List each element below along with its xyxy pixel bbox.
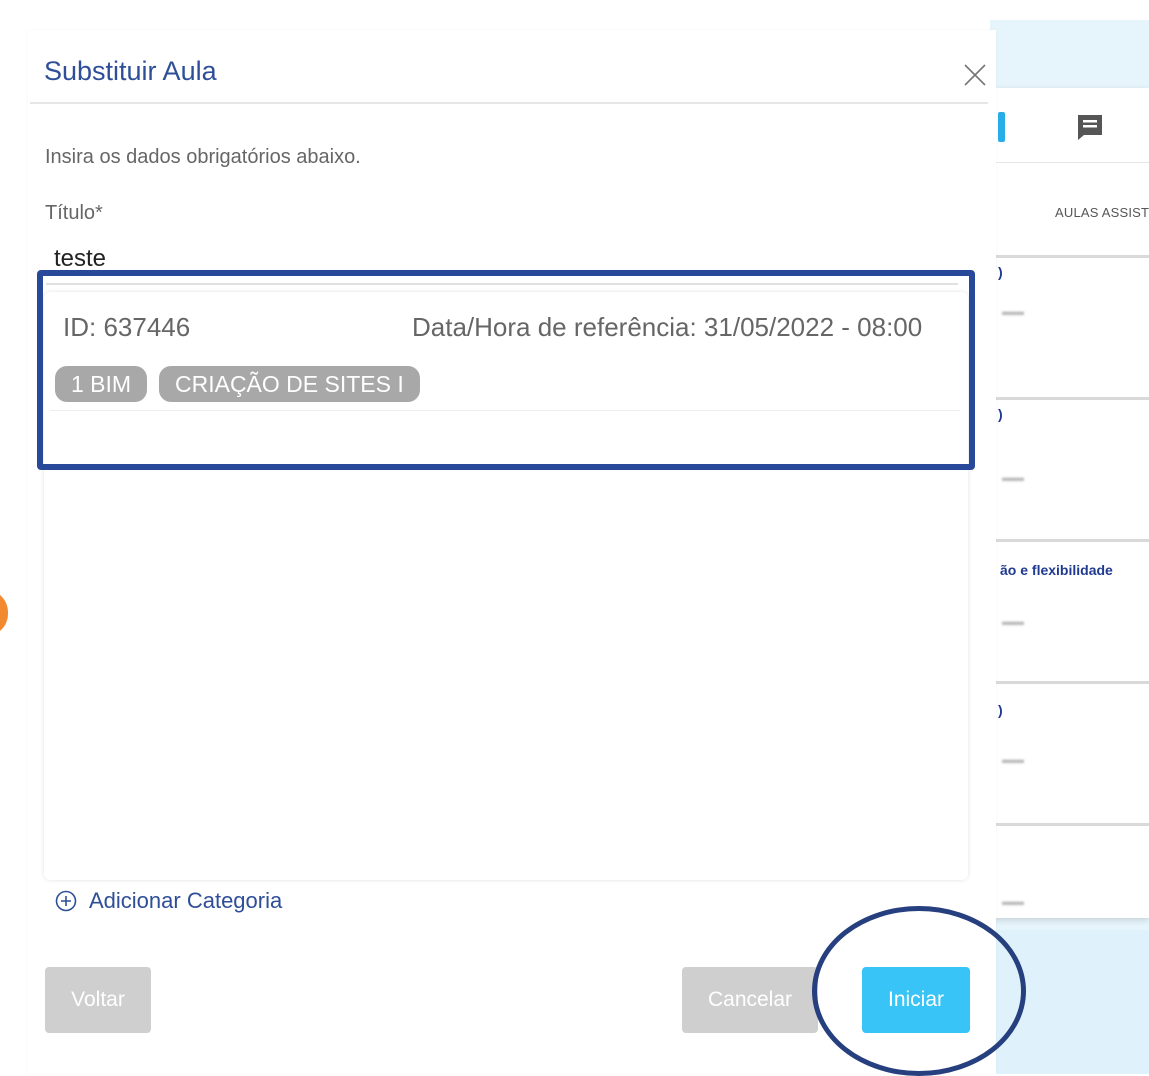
title-input[interactable]: [50, 244, 964, 274]
background-item-subtitle: ▬▬: [1002, 896, 1024, 908]
tag-chip-bimester: 1 BIM: [55, 366, 148, 402]
background-list-item[interactable]: ) ▬▬: [990, 255, 1149, 394]
background-item-subtitle: ▬▬: [1002, 616, 1024, 628]
chat-icon[interactable]: [1076, 112, 1106, 142]
background-item-subtitle: ▬▬: [1002, 754, 1024, 766]
background-decoration: [990, 930, 1149, 1074]
background-list-item[interactable]: ▬▬: [990, 823, 1149, 918]
close-icon[interactable]: [962, 62, 988, 88]
background-list-item[interactable]: ) ▬▬: [990, 397, 1149, 536]
header-divider: [30, 102, 988, 104]
instructions-text: Insira os dados obrigatórios abaixo.: [45, 146, 361, 168]
title-field-label: Título*: [45, 202, 103, 224]
add-category-link[interactable]: Adicionar Categoria: [55, 888, 282, 914]
background-topbar: [990, 90, 1149, 163]
list-item-divider: [50, 410, 960, 411]
start-button[interactable]: Iniciar: [862, 967, 970, 1033]
background-active-tab-indicator: [998, 112, 1005, 142]
background-item-title: ): [998, 264, 1003, 280]
background-item-subtitle: ▬▬: [1002, 306, 1024, 318]
lesson-id: ID: 637446: [63, 312, 191, 342]
add-category-label: Adicionar Categoria: [89, 888, 283, 913]
background-list-item[interactable]: ) ▬▬: [990, 681, 1149, 820]
lesson-reference-datetime: Data/Hora de referência: 31/05/2022 - 08…: [412, 312, 923, 342]
background-item-title: ão e flexibilidade: [1000, 562, 1113, 578]
plus-circle-icon: [55, 890, 77, 912]
cancel-button[interactable]: Cancelar: [682, 967, 818, 1033]
background-item-title: ): [998, 406, 1003, 422]
back-button[interactable]: Voltar: [45, 967, 151, 1033]
background-decoration-orange: [0, 590, 8, 636]
background-item-title: ): [998, 702, 1003, 718]
background-tab-aulas-assistidas[interactable]: AULAS ASSIST: [1055, 205, 1149, 220]
background-list-item[interactable]: ão e flexibilidade ▬▬: [990, 539, 1149, 678]
title-input-underline: [46, 283, 958, 285]
tag-chip-subject: CRIAÇÃO DE SITES I: [159, 366, 420, 402]
background-item-subtitle: ▬▬: [1002, 472, 1024, 484]
modal-title: Substituir Aula: [44, 56, 217, 86]
